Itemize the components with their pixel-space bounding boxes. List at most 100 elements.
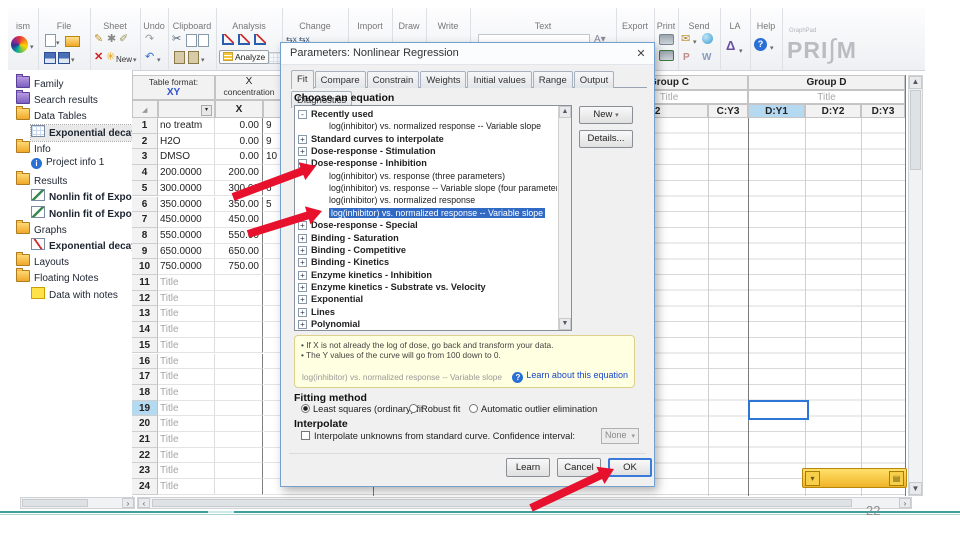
x-value-cell[interactable]: 0.00	[215, 118, 263, 134]
row-number-cell[interactable]: 20	[132, 416, 158, 432]
equation-category[interactable]: + Enzyme kinetics - Substrate vs. Velocit…	[295, 281, 557, 293]
expand-icon[interactable]: +	[298, 221, 307, 231]
tab-constrain[interactable]: Constrain	[366, 71, 420, 88]
tab-fit[interactable]: Fit	[291, 70, 314, 89]
cut-icon[interactable]: ✂	[172, 34, 181, 45]
analysis-chart-icon[interactable]	[254, 34, 266, 45]
chevron-down-icon[interactable]: ▾	[201, 55, 205, 66]
x-value-cell[interactable]	[215, 369, 263, 385]
note-collapse-icon[interactable]: ▾	[805, 471, 820, 486]
corner-select-all-cell[interactable]: ◢	[132, 100, 158, 118]
x-value-cell[interactable]: 450.00	[215, 212, 263, 228]
equation-category[interactable]: + Binding - Kinetics	[295, 256, 557, 268]
web-icon[interactable]	[702, 33, 713, 44]
chevron-down-icon[interactable]: ▾	[739, 46, 743, 57]
row-number-cell[interactable]: 1	[132, 118, 158, 134]
close-icon[interactable]: ✕	[633, 46, 649, 62]
sidebar-item-layouts[interactable]: Layouts	[16, 252, 132, 270]
row-number-cell[interactable]: 21	[132, 432, 158, 448]
tab-initial-values[interactable]: Initial values	[467, 71, 532, 88]
row-number-cell[interactable]: 22	[132, 447, 158, 464]
row-title-cell[interactable]: Title	[158, 337, 215, 354]
x-value-cell[interactable]	[215, 337, 263, 354]
equation-category[interactable]: + Binding - Saturation	[295, 232, 557, 244]
row-title-cell[interactable]: 350.0000	[158, 196, 215, 213]
expand-icon[interactable]: +	[298, 258, 307, 268]
equation-list[interactable]: ▲ ▼ - Recently used log(inhibitor) vs. nor…	[294, 105, 572, 331]
group-d-title-cell[interactable]: Title	[748, 90, 905, 104]
prism-pinwheel-icon[interactable]	[11, 36, 28, 53]
word-icon[interactable]: W	[702, 52, 711, 63]
column-header-dy1[interactable]: D:Y1	[748, 104, 805, 118]
x-value-cell[interactable]	[215, 447, 263, 464]
row-title-cell[interactable]: Title	[158, 479, 215, 495]
row-number-cell[interactable]: 6	[132, 196, 158, 213]
table-format-header[interactable]: Table format: XY	[132, 75, 215, 100]
row-title-cell[interactable]: 200.0000	[158, 165, 215, 181]
analysis-chart-icon[interactable]	[238, 34, 250, 45]
row-title-cell[interactable]: Title	[158, 463, 215, 480]
x-value-cell[interactable]	[215, 306, 263, 323]
confidence-interval-dropdown[interactable]: None ▾	[601, 428, 639, 444]
sidebar-item-results[interactable]: Results	[16, 171, 132, 189]
sidebar-item-data-tables[interactable]: Data Tables	[16, 106, 132, 124]
expand-icon[interactable]: +	[298, 233, 307, 243]
equation-category[interactable]: - Dose-response - Inhibition	[295, 157, 557, 169]
x-value-cell[interactable]: 750.00	[215, 259, 263, 275]
x-value-cell[interactable]: 650.00	[215, 243, 263, 260]
expand-icon[interactable]: +	[298, 270, 307, 280]
row-number-cell[interactable]: 23	[132, 463, 158, 480]
row-number-cell[interactable]: 4	[132, 165, 158, 181]
paste-special-icon[interactable]	[188, 51, 199, 64]
row-title-cell[interactable]: 300.0000	[158, 180, 215, 197]
scroll-left-icon[interactable]: ‹	[138, 498, 150, 508]
x-value-cell[interactable]	[215, 353, 263, 370]
row-number-cell[interactable]: 19	[132, 400, 158, 417]
paste-icon[interactable]	[174, 51, 185, 64]
x-axis-header[interactable]: X	[215, 100, 263, 118]
tab-compare[interactable]: Compare	[314, 71, 366, 88]
equation-category[interactable]: + Dose-response - Stimulation	[295, 145, 557, 157]
sidebar-item-floating-notes[interactable]: Floating Notes	[16, 268, 132, 286]
vertical-scroll-thumb[interactable]	[910, 90, 921, 170]
row-title-cell[interactable]: no treatm	[158, 118, 215, 134]
scroll-right-icon[interactable]: ›	[122, 498, 134, 508]
sheet-tools-icon[interactable]: ✱	[107, 34, 116, 45]
x-value-cell[interactable]	[215, 384, 263, 401]
row-number-cell[interactable]: 3	[132, 149, 158, 166]
tab-weights[interactable]: Weights	[420, 71, 467, 88]
row-title-cell[interactable]: Title	[158, 275, 215, 291]
row-number-cell[interactable]: 7	[132, 212, 158, 228]
copy-special-icon[interactable]	[198, 34, 209, 47]
equation-category[interactable]: + Binding - Competitive	[295, 244, 557, 256]
x-value-cell[interactable]: 0.00	[215, 149, 263, 166]
equation-list-scrollbar[interactable]: ▲ ▼	[558, 106, 571, 330]
sidebar-horizontal-scrollbar[interactable]: ›	[20, 497, 135, 509]
x-value-cell[interactable]	[215, 275, 263, 291]
x-value-cell[interactable]: 200.00	[215, 165, 263, 181]
row-number-cell[interactable]: 9	[132, 243, 158, 260]
expand-icon[interactable]: +	[298, 134, 307, 144]
equation-category[interactable]: + Dose-response - Special	[295, 219, 557, 231]
chevron-down-icon[interactable]: ▾	[71, 55, 75, 66]
floating-note-bar[interactable]: ▾ ▤	[802, 468, 907, 488]
row-title-cell[interactable]: Title	[158, 447, 215, 464]
cancel-button[interactable]: Cancel	[557, 458, 601, 477]
collapse-icon[interactable]: -	[298, 110, 307, 119]
row-title-cell[interactable]: Title	[158, 416, 215, 432]
sidebar-item-exponential-decay[interactable]: Exponential decay	[30, 123, 132, 142]
row-title-cell[interactable]: Title	[158, 369, 215, 385]
print-icon[interactable]	[659, 34, 674, 45]
new-file-icon[interactable]	[45, 34, 56, 47]
x-value-cell[interactable]: 350.00	[215, 196, 263, 213]
row-number-cell[interactable]: 17	[132, 369, 158, 385]
row-number-cell[interactable]: 16	[132, 353, 158, 370]
x-value-cell[interactable]	[215, 416, 263, 432]
row-title-cell[interactable]: 750.0000	[158, 259, 215, 275]
undo-icon[interactable]: ↶	[145, 52, 154, 63]
x-value-cell[interactable]	[215, 400, 263, 417]
equation-category[interactable]: + Enzyme kinetics - Inhibition	[295, 269, 557, 281]
sidebar-item-project-info-1[interactable]: i Project info 1	[31, 157, 132, 173]
highlight-icon[interactable]: ✐	[119, 34, 128, 45]
group-d-header[interactable]: Group D	[748, 75, 905, 90]
